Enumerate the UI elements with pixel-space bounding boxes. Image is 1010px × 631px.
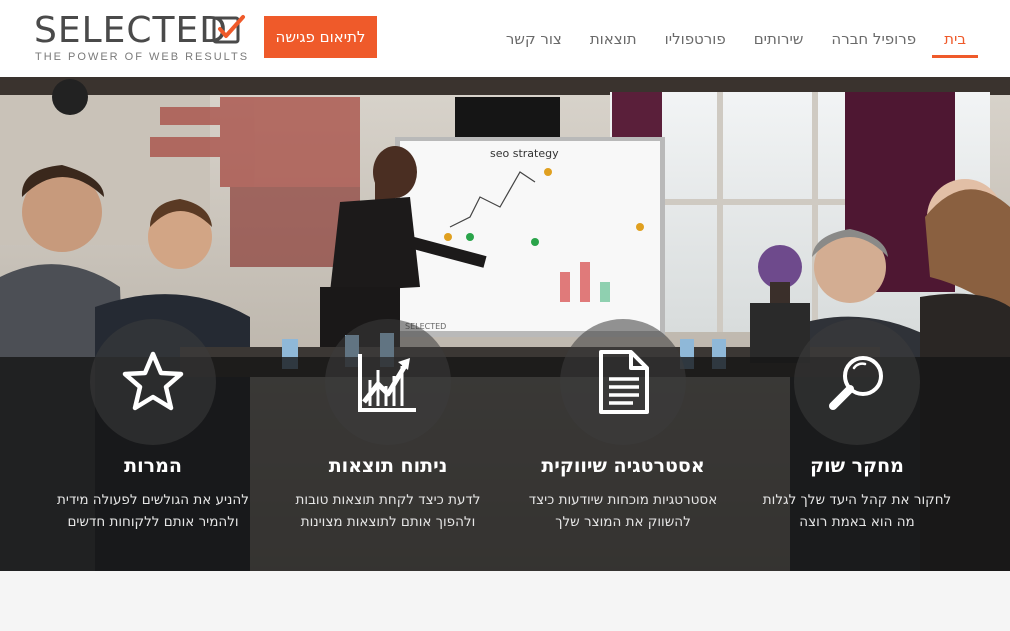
logo-text: SELECTED	[34, 10, 228, 51]
feature-market-research: מחקר שוק לחקור את קהל היעד שלך לגלות מה …	[742, 319, 972, 549]
feature-description-line: לחקור את קהל היעד שלך לגלות	[762, 492, 952, 508]
feature-description-line: ולהפוך אותם לתוצאות מצוינות	[300, 514, 476, 530]
nav-item-results[interactable]: תוצאות	[576, 0, 651, 77]
feature-description: לחקור את קהל היעד שלך לגלות מה הוא באמת …	[742, 489, 972, 533]
feature-title: מחקר שוק	[810, 455, 904, 477]
logo-tagline: THE POWER OF WEB RESULTS	[35, 51, 250, 63]
feature-icon-circle	[794, 319, 920, 445]
feature-conversions: המרות להניע את הגולשים לפעולה מידית ולהמ…	[38, 319, 268, 549]
magnifier-icon	[829, 356, 883, 410]
feature-icon-circle	[90, 319, 216, 445]
feature-title: ניתוח תוצאות	[328, 455, 448, 477]
feature-description: להניע את הגולשים לפעולה מידית ולהמיר אות…	[38, 489, 268, 533]
feature-description: לדעת כיצד לקחת תוצאות טובות ולהפוך אותם …	[273, 489, 503, 533]
nav-item-home[interactable]: בית	[930, 0, 980, 77]
feature-description-line: מה הוא באמת רוצה	[799, 514, 915, 530]
page-content-area	[0, 571, 1010, 631]
feature-description-line: להניע את הגולשים לפעולה מידית	[57, 492, 249, 508]
logo[interactable]: SELECTED THE POWER OF WEB RESULTS	[34, 10, 247, 64]
star-icon	[122, 351, 184, 411]
feature-description-line: ולהמיר אותם ללקוחות חדשים	[67, 514, 239, 530]
growth-chart-icon	[358, 354, 416, 412]
checkmark-icon	[212, 15, 245, 44]
feature-icon-circle	[325, 319, 451, 445]
whiteboard-title: seo strategy	[490, 147, 559, 160]
nav-item-services[interactable]: שירותים	[740, 0, 818, 77]
hero-section: seo strategy SELECTED מחקר שוק לחקור את …	[0, 77, 1010, 571]
feature-description: אסטרטגיות מוכחות שיודעות כיצד להשווק את …	[508, 489, 738, 533]
main-nav: בית פרופיל חברה שירותים פורטפוליו תוצאות…	[492, 0, 980, 77]
feature-marketing-strategy: אסטרטגיה שיווקית אסטרטגיות מוכחות שיודעו…	[508, 319, 738, 549]
feature-icon-circle	[560, 319, 686, 445]
feature-description-line: להשווק את המוצר שלך	[555, 514, 691, 530]
feature-results-analysis: ניתוח תוצאות לדעת כיצד לקחת תוצאות טובות…	[273, 319, 503, 549]
feature-title: אסטרטגיה שיווקית	[541, 455, 705, 477]
feature-description-line: אסטרטגיות מוכחות שיודעות כיצד	[528, 492, 718, 508]
schedule-meeting-button[interactable]: לתיאום פגישה	[264, 16, 377, 58]
feature-description-line: לדעת כיצד לקחת תוצאות טובות	[295, 492, 481, 508]
site-header: SELECTED THE POWER OF WEB RESULTS לתיאום…	[0, 0, 1010, 77]
nav-item-portfolio[interactable]: פורטפוליו	[651, 0, 740, 77]
nav-item-contact[interactable]: צור קשר	[492, 0, 576, 77]
nav-item-company-profile[interactable]: פרופיל חברה	[817, 0, 930, 77]
feature-title: המרות	[124, 455, 182, 477]
document-icon	[599, 350, 649, 414]
